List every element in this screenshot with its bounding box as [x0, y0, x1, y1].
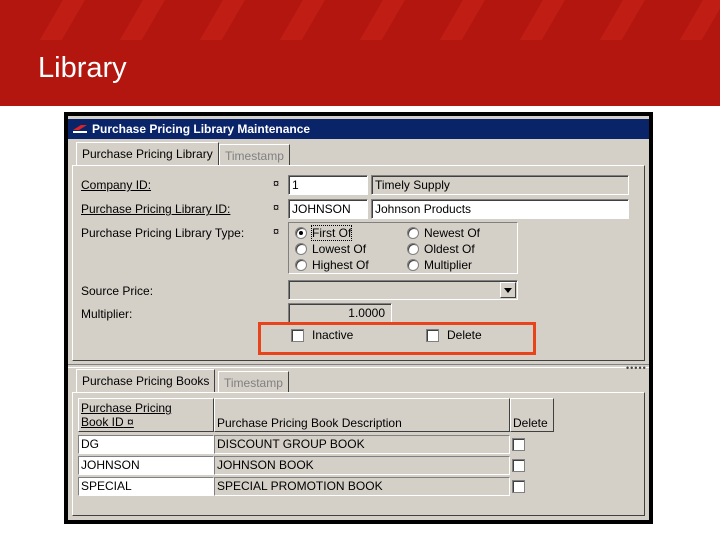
table-row-description[interactable]: DISCOUNT GROUP BOOK — [214, 435, 510, 454]
tab-timestamp-top[interactable]: Timestamp — [219, 144, 290, 166]
banner-stripe — [359, 0, 423, 40]
banner-stripe — [279, 0, 343, 40]
radio-highest-of[interactable]: Highest Of — [295, 258, 369, 272]
radio-label: Lowest Of — [312, 242, 367, 256]
source-price-select[interactable] — [288, 280, 518, 300]
required-marker: ¤ — [273, 178, 280, 190]
slide-title: Library — [38, 52, 127, 84]
library-id-label: Purchase Pricing Library ID: — [81, 202, 231, 216]
tab-timestamp-bottom[interactable]: Timestamp — [218, 371, 289, 393]
library-id-input[interactable]: JOHNSON — [288, 199, 368, 219]
app-window: Purchase Pricing Library Maintenance Pur… — [64, 112, 653, 524]
radio-newest-of[interactable]: Newest Of — [407, 226, 480, 240]
row-delete-checkbox[interactable] — [512, 438, 525, 451]
radio-label: Multiplier — [424, 258, 473, 272]
company-id-label: Company ID: — [81, 178, 152, 192]
table-row-description[interactable]: JOHNSON BOOK — [214, 456, 510, 475]
highlight-box — [258, 322, 536, 355]
col-header-book-id-text: Book ID — [81, 415, 124, 429]
app-logo-icon — [73, 125, 87, 133]
source-price-label: Source Price: — [81, 284, 154, 298]
table-row-book-id[interactable]: DG — [78, 435, 214, 454]
banner-stripe — [199, 0, 263, 40]
banner-stripe — [119, 0, 183, 40]
window-title: Purchase Pricing Library Maintenance — [92, 122, 311, 136]
required-marker: ¤ — [273, 202, 280, 214]
required-marker: ¤ — [127, 415, 134, 429]
banner-stripe — [679, 0, 720, 40]
banner-stripe — [439, 0, 503, 40]
col-header-delete-text: Delete — [513, 416, 548, 430]
table-row-description[interactable]: SPECIAL PROMOTION BOOK — [214, 477, 510, 496]
window-client: Purchase Pricing Library Maintenance Pur… — [68, 116, 649, 520]
radio-label: Oldest Of — [424, 242, 475, 256]
radio-dot — [295, 243, 307, 255]
radio-dot — [407, 243, 419, 255]
col-header-description[interactable]: Purchase Pricing Book Description — [214, 398, 510, 432]
company-id-input[interactable]: 1 — [288, 175, 368, 195]
col-header-book-id[interactable]: Purchase Pricing Book ID ¤ — [78, 398, 214, 432]
splitter-grip-icon[interactable]: ••••• — [626, 363, 647, 373]
multiplier-input[interactable]: 1.0000 — [288, 303, 392, 323]
radio-dot — [295, 259, 307, 271]
required-marker: ¤ — [273, 226, 280, 238]
radio-label: First Of — [310, 225, 353, 241]
radio-first-of[interactable]: First Of — [295, 225, 353, 241]
company-description-field: Timely Supply — [371, 175, 629, 195]
radio-dot — [407, 259, 419, 271]
tab-purchase-pricing-books[interactable]: Purchase Pricing Books — [76, 369, 216, 393]
radio-multiplier[interactable]: Multiplier — [407, 258, 472, 272]
col-header-book-id-line2: Book ID ¤ — [81, 415, 211, 429]
col-header-description-text: Purchase Pricing Book Description — [217, 416, 402, 430]
radio-label: Highest Of — [312, 258, 369, 272]
col-header-delete[interactable]: Delete — [510, 398, 554, 432]
library-description-input[interactable]: Johnson Products — [371, 199, 629, 219]
table-row-book-id[interactable]: JOHNSON — [78, 456, 214, 475]
banner-stripe — [39, 0, 103, 40]
banner-stripe — [599, 0, 663, 40]
banner-stripe — [519, 0, 583, 40]
col-header-book-id-line1: Purchase Pricing — [81, 401, 172, 415]
pane-splitter[interactable] — [68, 364, 649, 368]
library-type-label: Purchase Pricing Library Type: — [81, 226, 245, 240]
window-titlebar[interactable]: Purchase Pricing Library Maintenance — [68, 119, 649, 139]
radio-dot — [295, 227, 307, 239]
radio-oldest-of[interactable]: Oldest Of — [407, 242, 475, 256]
row-delete-checkbox[interactable] — [512, 480, 525, 493]
table-row-book-id[interactable]: SPECIAL — [78, 477, 214, 496]
row-delete-checkbox[interactable] — [512, 459, 525, 472]
radio-label: Newest Of — [424, 226, 481, 240]
radio-lowest-of[interactable]: Lowest Of — [295, 242, 366, 256]
tab-purchase-pricing-library[interactable]: Purchase Pricing Library — [76, 142, 219, 166]
multiplier-label: Multiplier: — [81, 307, 133, 321]
slide-banner: Library — [0, 0, 720, 106]
radio-dot — [407, 227, 419, 239]
chevron-down-icon[interactable] — [500, 282, 516, 298]
